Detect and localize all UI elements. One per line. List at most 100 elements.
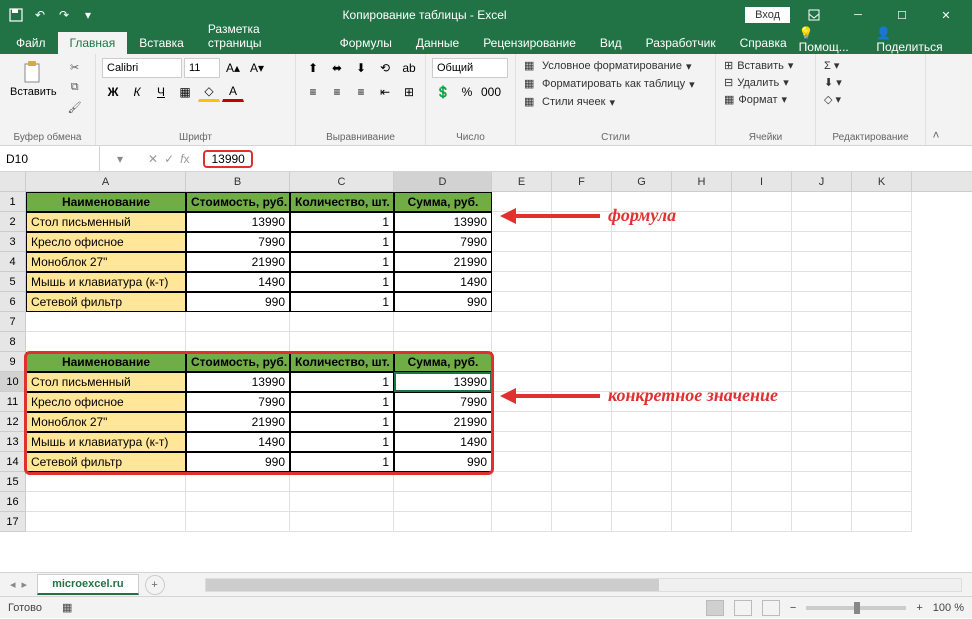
- cell[interactable]: [492, 492, 552, 512]
- cell[interactable]: [552, 412, 612, 432]
- grow-font-icon[interactable]: A▴: [222, 58, 244, 78]
- cell[interactable]: [852, 272, 912, 292]
- cell[interactable]: [552, 452, 612, 472]
- shrink-font-icon[interactable]: A▾: [246, 58, 268, 78]
- cell[interactable]: [852, 252, 912, 272]
- cell[interactable]: 7990: [186, 232, 290, 252]
- copy-icon[interactable]: ⧉: [65, 78, 85, 96]
- zoom-in-button[interactable]: +: [916, 602, 922, 614]
- cell[interactable]: [186, 472, 290, 492]
- cell[interactable]: [612, 252, 672, 272]
- tab-review[interactable]: Рецензирование: [471, 32, 588, 54]
- conditional-format-button[interactable]: ▦Условное форматирование ▾: [522, 58, 693, 74]
- cell[interactable]: Стол письменный: [26, 372, 186, 392]
- cell[interactable]: [672, 452, 732, 472]
- horizontal-scrollbar[interactable]: [205, 578, 962, 592]
- tell-me[interactable]: 💡 Помощ...: [799, 26, 867, 54]
- cell[interactable]: 13990: [186, 372, 290, 392]
- normal-view-icon[interactable]: [706, 600, 724, 616]
- cell[interactable]: [852, 472, 912, 492]
- save-icon[interactable]: [8, 7, 24, 23]
- cell[interactable]: 21990: [186, 252, 290, 272]
- cell[interactable]: [552, 332, 612, 352]
- cell[interactable]: [792, 452, 852, 472]
- cell[interactable]: [552, 492, 612, 512]
- enter-formula-icon[interactable]: ✓: [164, 152, 174, 166]
- cell[interactable]: Мышь и клавиатура (к-т): [26, 432, 186, 452]
- row-header[interactable]: 12: [0, 412, 26, 432]
- cell[interactable]: [792, 512, 852, 532]
- cancel-formula-icon[interactable]: ✕: [148, 152, 158, 166]
- align-right-icon[interactable]: ≡: [350, 82, 372, 102]
- wrap-text-icon[interactable]: ab: [398, 58, 420, 78]
- cell[interactable]: [290, 312, 394, 332]
- underline-button[interactable]: Ч: [150, 82, 172, 102]
- cell[interactable]: [552, 392, 612, 412]
- cell-styles-button[interactable]: ▦Стили ячеек ▾: [522, 94, 617, 110]
- share-button[interactable]: 👤 Поделиться: [876, 26, 960, 54]
- col-header[interactable]: J: [792, 172, 852, 191]
- cell[interactable]: [394, 492, 492, 512]
- cell[interactable]: 1: [290, 232, 394, 252]
- col-header[interactable]: E: [492, 172, 552, 191]
- cell[interactable]: [492, 392, 552, 412]
- cell[interactable]: [552, 272, 612, 292]
- cell[interactable]: [612, 192, 672, 212]
- align-middle-icon[interactable]: ⬌: [326, 58, 348, 78]
- cell[interactable]: [852, 352, 912, 372]
- italic-button[interactable]: К: [126, 82, 148, 102]
- cell[interactable]: Количество, шт.: [290, 192, 394, 212]
- format-painter-icon[interactable]: 🖌: [65, 98, 85, 116]
- zoom-out-button[interactable]: −: [790, 602, 796, 614]
- cell[interactable]: Наименование: [26, 352, 186, 372]
- cell[interactable]: [732, 252, 792, 272]
- align-left-icon[interactable]: ≡: [302, 82, 324, 102]
- page-layout-view-icon[interactable]: [734, 600, 752, 616]
- tab-help[interactable]: Справка: [728, 32, 799, 54]
- delete-cells-button[interactable]: ⊟ Удалить ▾: [722, 75, 791, 90]
- cell[interactable]: [492, 252, 552, 272]
- cell[interactable]: [672, 352, 732, 372]
- cell[interactable]: 21990: [394, 252, 492, 272]
- cell[interactable]: [852, 452, 912, 472]
- cell[interactable]: [612, 452, 672, 472]
- cell[interactable]: [612, 472, 672, 492]
- cell[interactable]: [672, 192, 732, 212]
- cell[interactable]: [492, 352, 552, 372]
- signin-button[interactable]: Вход: [745, 7, 790, 23]
- comma-icon[interactable]: 000: [480, 82, 502, 102]
- insert-cells-button[interactable]: ⊞ Вставить ▾: [722, 58, 795, 73]
- cell[interactable]: [612, 232, 672, 252]
- cell[interactable]: [852, 432, 912, 452]
- cell[interactable]: [672, 372, 732, 392]
- cell[interactable]: [290, 332, 394, 352]
- col-header[interactable]: G: [612, 172, 672, 191]
- cell[interactable]: Сумма, руб.: [394, 352, 492, 372]
- tab-insert[interactable]: Вставка: [127, 32, 196, 54]
- page-break-view-icon[interactable]: [762, 600, 780, 616]
- worksheet-grid[interactable]: A B C D E F G H I J K 123456789101112131…: [0, 172, 972, 572]
- row-header[interactable]: 17: [0, 512, 26, 532]
- cell[interactable]: [612, 352, 672, 372]
- cell[interactable]: [552, 252, 612, 272]
- qat-dropdown-icon[interactable]: ▾: [80, 7, 96, 23]
- cell[interactable]: [552, 292, 612, 312]
- cell[interactable]: [26, 492, 186, 512]
- cell[interactable]: [26, 512, 186, 532]
- fill-button[interactable]: ⬇ ▾: [822, 75, 844, 90]
- cell[interactable]: [612, 212, 672, 232]
- cell[interactable]: [26, 472, 186, 492]
- sheet-nav-next-icon[interactable]: ▸: [22, 578, 28, 591]
- cell[interactable]: [792, 372, 852, 392]
- cell[interactable]: 7990: [394, 392, 492, 412]
- cell[interactable]: [852, 512, 912, 532]
- format-cells-button[interactable]: ▦ Формат ▾: [722, 92, 789, 107]
- cell[interactable]: 1: [290, 392, 394, 412]
- cell[interactable]: [732, 452, 792, 472]
- cell[interactable]: 1: [290, 372, 394, 392]
- name-box-dropdown-icon[interactable]: ▾: [100, 152, 140, 166]
- cell[interactable]: 1490: [186, 272, 290, 292]
- cell[interactable]: 21990: [186, 412, 290, 432]
- select-all-corner[interactable]: [0, 172, 26, 191]
- tab-developer[interactable]: Разработчик: [634, 32, 728, 54]
